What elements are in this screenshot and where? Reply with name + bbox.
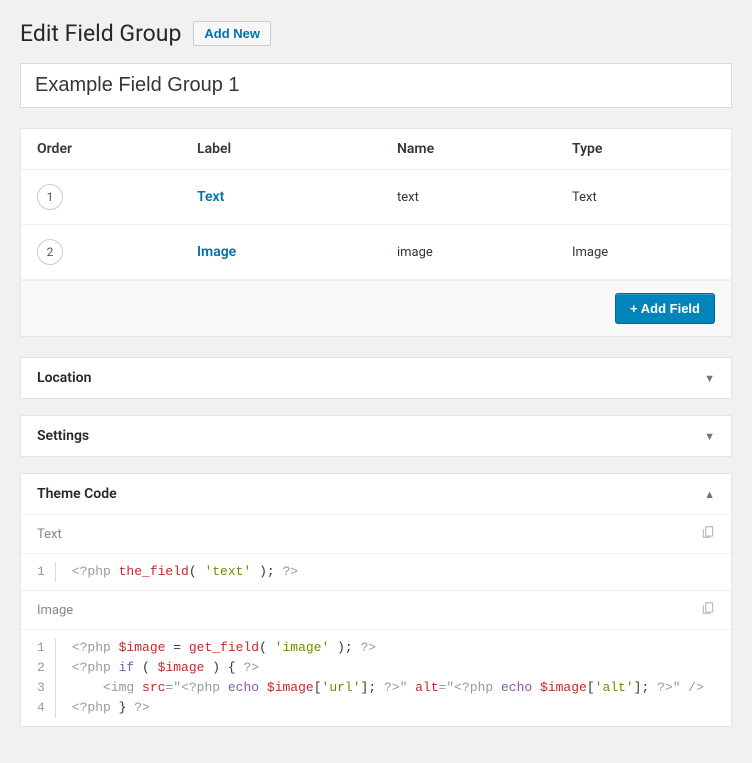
chevron-down-icon: ▼ (704, 430, 715, 443)
code-section-header: Text (21, 515, 731, 553)
order-badge[interactable]: 1 (37, 184, 63, 210)
field-label-link[interactable]: Text (197, 189, 224, 205)
chevron-down-icon: ▼ (704, 372, 715, 385)
fields-panel-footer: + Add Field (21, 280, 731, 336)
code-block: 1234<?php $image = get_field( 'image' );… (21, 629, 731, 726)
line-numbers: 1 (21, 562, 56, 582)
field-label-cell: Text (181, 170, 381, 225)
settings-postbox-header[interactable]: Settings ▼ (21, 416, 731, 456)
code-block: 1<?php the_field( 'text' ); ?> (21, 553, 731, 590)
fields-panel: Order Label Name Type 1TexttextText2Imag… (20, 128, 732, 337)
col-header-type: Type (556, 129, 731, 170)
table-header-row: Order Label Name Type (21, 129, 731, 170)
location-postbox-header[interactable]: Location ▼ (21, 358, 731, 398)
field-order-cell: 2 (21, 225, 181, 280)
location-title: Location (37, 370, 91, 386)
add-field-button[interactable]: + Add Field (615, 293, 715, 324)
add-new-button[interactable]: Add New (193, 21, 271, 46)
chevron-up-icon: ▲ (704, 488, 715, 501)
theme-code-postbox: Theme Code ▲ Text 1<?php the_field( 'text… (20, 473, 732, 727)
clipboard-icon[interactable] (701, 601, 715, 619)
code-section-header: Image (21, 591, 731, 629)
code-section: Image 1234<?php $image = get_field( 'imag… (21, 590, 731, 726)
code-lines[interactable]: <?php the_field( 'text' ); ?> (56, 562, 314, 582)
field-name-cell: image (381, 225, 556, 280)
field-type-cell: Text (556, 170, 731, 225)
field-name-cell: text (381, 170, 556, 225)
page-title: Edit Field Group (20, 20, 181, 47)
col-header-name: Name (381, 129, 556, 170)
clipboard-icon[interactable] (701, 525, 715, 543)
settings-title: Settings (37, 428, 89, 444)
code-section-label: Text (37, 527, 62, 542)
table-row[interactable]: 2ImageimageImage (21, 225, 731, 280)
line-numbers: 1234 (21, 638, 56, 718)
field-group-title-input[interactable] (20, 63, 732, 108)
field-order-cell: 1 (21, 170, 181, 225)
field-label-link[interactable]: Image (197, 244, 236, 260)
code-lines[interactable]: <?php $image = get_field( 'image' ); ?><… (56, 638, 720, 718)
settings-postbox: Settings ▼ (20, 415, 732, 457)
location-postbox: Location ▼ (20, 357, 732, 399)
col-header-order: Order (21, 129, 181, 170)
field-type-cell: Image (556, 225, 731, 280)
code-section-label: Image (37, 603, 73, 618)
page-header: Edit Field Group Add New (20, 20, 732, 47)
code-section: Text 1<?php the_field( 'text' ); ?> (21, 514, 731, 590)
field-label-cell: Image (181, 225, 381, 280)
order-badge[interactable]: 2 (37, 239, 63, 265)
theme-code-postbox-header[interactable]: Theme Code ▲ (21, 474, 731, 514)
table-row[interactable]: 1TexttextText (21, 170, 731, 225)
theme-code-title: Theme Code (37, 486, 117, 502)
col-header-label: Label (181, 129, 381, 170)
fields-table: Order Label Name Type 1TexttextText2Imag… (21, 129, 731, 280)
